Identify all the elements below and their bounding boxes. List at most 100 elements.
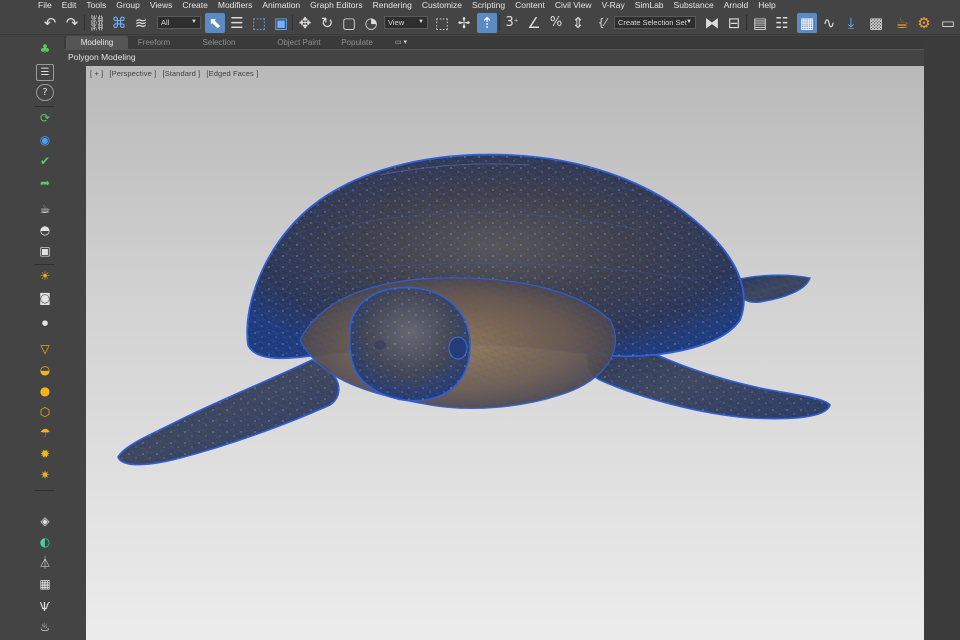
disc-icon[interactable]: ◐ [36, 534, 54, 551]
select-and-move-icon[interactable]: ✥ [295, 13, 315, 33]
keyboard-shortcut-override-icon[interactable]: ⇡ [477, 13, 497, 33]
pivot-icon[interactable]: ⬚ [432, 13, 452, 33]
rectangular-selection-icon[interactable]: ⬚ [249, 13, 269, 33]
sunburst-icon[interactable]: ✷ [36, 467, 54, 484]
undo-icon[interactable]: ↶ [40, 13, 60, 33]
layer-explorer-icon[interactable]: ☷ [772, 13, 792, 33]
sea-turtle-mesh[interactable] [86, 66, 924, 640]
redo-icon[interactable]: ↷ [62, 13, 82, 33]
menu-graph-editors[interactable]: Graph Editors [305, 0, 367, 11]
selection-filter-dropdown[interactable]: All ▼ [157, 16, 201, 29]
menu-file[interactable]: File [0, 0, 57, 11]
render-frame-icon[interactable]: ▭ [938, 13, 958, 33]
reference-coordinate-dropdown[interactable]: View ▼ [384, 16, 428, 29]
material-editor-icon[interactable]: ▩ [866, 13, 886, 33]
menu-help[interactable]: Help [753, 0, 780, 11]
menu-group[interactable]: Group [111, 0, 145, 11]
sun-icon[interactable]: ✹ [36, 446, 54, 463]
menu-edit[interactable]: Edit [57, 0, 82, 11]
snaps-toggle-icon[interactable]: 3 ⁺ [502, 13, 522, 33]
select-and-link-icon[interactable]: ⛓ [87, 13, 107, 33]
scene-explorer-icon[interactable]: ▤ [750, 13, 770, 33]
object-blue-icon[interactable]: ◉ [36, 132, 54, 149]
box-display-icon[interactable]: ▣ [36, 243, 54, 260]
schematic-view-icon[interactable]: ⤓ [841, 13, 861, 33]
tab-freeform[interactable]: Freeform [130, 36, 178, 49]
menu-scripting[interactable]: Scripting [467, 0, 510, 11]
cube-icon[interactable]: ◈ [36, 513, 54, 530]
eye [448, 336, 468, 360]
menu-v-ray[interactable]: V-Ray [597, 0, 630, 11]
ribbon-options-icon[interactable]: ▭ ▾ [390, 36, 412, 49]
list-icon[interactable]: ☰ [36, 64, 54, 81]
fire-icon[interactable]: ♨ [36, 619, 54, 636]
select-object-icon[interactable]: ⬉ [205, 13, 225, 33]
menu-civil-view[interactable]: Civil View [550, 0, 597, 11]
named-selection-dropdown[interactable]: Create Selection Set ▼ [614, 16, 696, 29]
light-bulb-icon[interactable]: ☀ [36, 268, 54, 285]
align-icon[interactable]: ⊟ [724, 13, 744, 33]
object-arrow-icon[interactable]: ➦ [36, 175, 54, 192]
menu-modifiers[interactable]: Modifiers [213, 0, 257, 11]
camera-icon[interactable]: ◙ [36, 290, 54, 307]
scene-tree-icon[interactable]: ♣ [36, 41, 54, 58]
grass-icon[interactable]: Ѱ [36, 599, 54, 616]
tab-selection[interactable]: Selection [192, 36, 246, 49]
toolbar-separator [746, 15, 747, 31]
select-and-place-icon[interactable]: ◔ [361, 13, 381, 33]
teapot-icon[interactable]: ☕ [36, 201, 54, 218]
select-and-scale-icon[interactable]: ▢ [339, 13, 359, 33]
menu-simlab[interactable]: SimLab [630, 0, 669, 11]
curve-editor-icon[interactable]: ∿ [819, 13, 839, 33]
geosphere-icon[interactable]: ⬡ [36, 404, 54, 421]
sphere-cap-icon[interactable]: ◓ [36, 222, 54, 239]
bind-to-spacewarp-icon[interactable]: ≋ [131, 13, 151, 33]
video-camera-icon[interactable]: ⏺ [36, 315, 54, 332]
select-by-name-icon[interactable]: ☰ [227, 13, 247, 33]
menu-substance[interactable]: Substance [669, 0, 719, 11]
spinner-snap-icon[interactable]: ⇕ [568, 13, 588, 33]
spotlight-icon[interactable]: ▽ [36, 341, 54, 358]
angle-snap-icon[interactable]: ∠ [524, 13, 544, 33]
sphere-icon[interactable]: ● [36, 383, 54, 400]
unlink-icon[interactable]: ⌘ [109, 13, 129, 33]
menu-create[interactable]: Create [177, 0, 213, 11]
object-check-icon[interactable]: ✔ [36, 153, 54, 170]
snap-value: 3 [505, 15, 514, 30]
tab-populate[interactable]: Populate [334, 36, 380, 49]
select-manipulate-icon[interactable]: ✢ [454, 13, 474, 33]
menu-content[interactable]: Content [510, 0, 550, 11]
half-sphere-icon[interactable]: ◒ [36, 362, 54, 379]
select-and-rotate-icon[interactable]: ↻ [317, 13, 337, 33]
window-crossing-icon[interactable]: ▣ [271, 13, 291, 33]
mushroom-icon[interactable]: ☂ [36, 425, 54, 442]
named-selection-value: Create Selection Set [618, 18, 687, 27]
edit-named-selection-icon[interactable]: {⁄ [592, 13, 612, 33]
panel-label-polygon-modeling[interactable]: Polygon Modeling [68, 51, 136, 64]
left-toolbar: ♣ ☰ ? ⟳ ◉ ✔ ➦ ☕ ◓ ▣ ☀ ◙ ⏺ ▽ ◒ ● ⬡ ☂ ✹ ✷ … [32, 36, 58, 640]
refresh-green-icon[interactable]: ⟳ [36, 110, 54, 127]
menu-tools[interactable]: Tools [81, 0, 111, 11]
chevron-down-icon: ▼ [191, 19, 197, 25]
toolbar-separator [292, 15, 293, 31]
menu-rendering[interactable]: Rendering [368, 0, 417, 11]
perspective-viewport[interactable]: [ + ] [Perspective ] [Standard ] [Edged … [86, 66, 924, 640]
tab-object-paint[interactable]: Object Paint [260, 36, 338, 49]
menu-animation[interactable]: Animation [257, 0, 305, 11]
command-panel-edge [924, 36, 960, 640]
help-icon[interactable]: ? [36, 84, 54, 101]
mirror-icon[interactable]: ⧓ [702, 13, 722, 33]
menu-arnold[interactable]: Arnold [719, 0, 754, 11]
tab-modeling[interactable]: Modeling [66, 36, 128, 49]
toolbar-separator [35, 106, 55, 107]
menu-customize[interactable]: Customize [417, 0, 467, 11]
percent-snap-icon[interactable]: % [546, 13, 566, 33]
box-grid-icon[interactable]: ▦ [36, 576, 54, 593]
chevron-down-icon: ▼ [686, 19, 692, 25]
render-setup-icon[interactable]: ☕ [892, 13, 912, 33]
ribbon-toggle-icon[interactable]: ▦ [797, 13, 817, 33]
tripod-icon[interactable]: ⏃ [36, 555, 54, 572]
render-icon[interactable]: ⚙ [914, 13, 934, 33]
reference-coordinate-value: View [388, 18, 405, 27]
menu-views[interactable]: Views [145, 0, 178, 11]
